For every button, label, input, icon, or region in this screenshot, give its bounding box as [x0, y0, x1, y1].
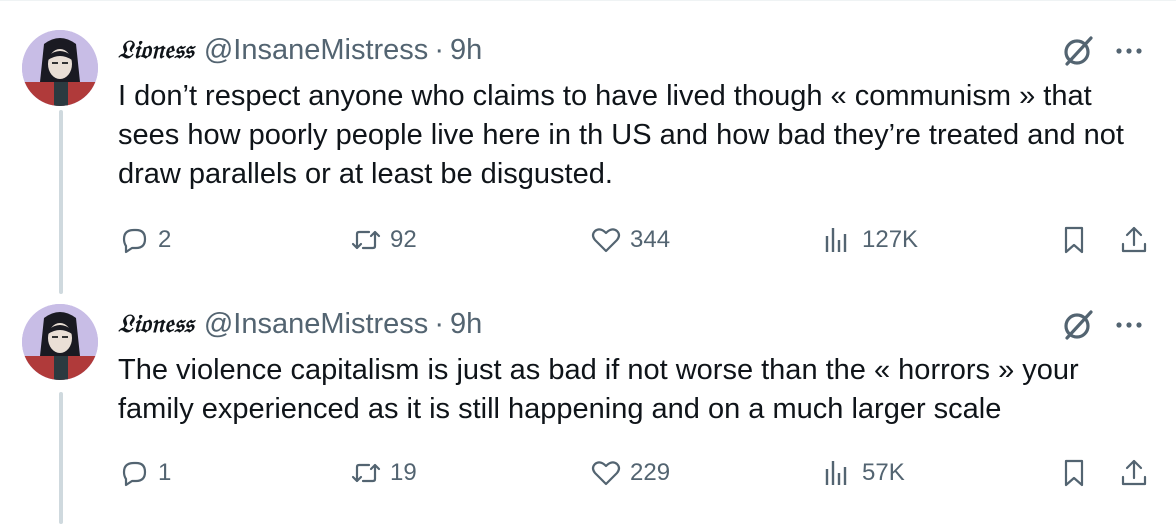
- separator: ·: [434, 307, 444, 340]
- reply-icon: [122, 461, 147, 487]
- tweet[interactable]: 𝔏𝔦𝔬𝔫𝔢𝔰𝔰 @InsaneMistress · 9h I don’t res…: [0, 0, 1176, 290]
- tweet-actions: 2 92 344 127K: [0, 222, 1176, 258]
- like-count: 344: [630, 226, 671, 253]
- bookmark-icon: [1064, 226, 1084, 254]
- views-icon: [825, 228, 847, 252]
- bookmark-button[interactable]: [1058, 455, 1090, 491]
- grok-icon[interactable]: [1058, 30, 1098, 70]
- heart-icon: [591, 228, 621, 253]
- more-icon[interactable]: [1112, 34, 1146, 68]
- views-button[interactable]: 57K: [822, 455, 905, 491]
- bookmark-button[interactable]: [1058, 222, 1090, 258]
- reply-count: 2: [158, 226, 172, 253]
- display-name[interactable]: 𝔏𝔦𝔬𝔫𝔢𝔰𝔰: [118, 35, 194, 65]
- heart-icon: [591, 461, 621, 486]
- repost-icon: [351, 463, 381, 483]
- tweet[interactable]: 𝔏𝔦𝔬𝔫𝔢𝔰𝔰 @InsaneMistress · 9h The violenc…: [0, 290, 1176, 524]
- view-count: 57K: [862, 459, 905, 486]
- reply-button[interactable]: 2: [118, 222, 171, 258]
- share-icon: [1121, 226, 1147, 253]
- grok-icon[interactable]: [1058, 304, 1098, 344]
- timestamp[interactable]: 9h: [450, 34, 482, 67]
- views-icon: [825, 461, 847, 485]
- bookmark-icon: [1064, 459, 1084, 487]
- repost-button[interactable]: 92: [350, 222, 417, 258]
- reply-count: 1: [158, 459, 172, 486]
- share-icon: [1121, 459, 1147, 486]
- like-count: 229: [630, 459, 671, 486]
- repost-count: 19: [390, 459, 417, 486]
- like-button[interactable]: 344: [590, 222, 670, 258]
- tweet-header: 𝔏𝔦𝔬𝔫𝔢𝔰𝔰 @InsaneMistress · 9h: [118, 306, 482, 342]
- reply-button[interactable]: 1: [118, 455, 171, 491]
- tweet-text: The violence capitalism is just as bad i…: [118, 354, 1079, 425]
- more-icon[interactable]: [1112, 308, 1146, 342]
- reply-icon: [122, 228, 147, 254]
- user-handle[interactable]: @InsaneMistress: [204, 308, 428, 341]
- view-count: 127K: [862, 226, 919, 253]
- tweet-actions: 1 19 229 57K: [0, 455, 1176, 491]
- views-button[interactable]: 127K: [822, 222, 918, 258]
- separator: ·: [434, 33, 444, 66]
- tweet-header: 𝔏𝔦𝔬𝔫𝔢𝔰𝔰 @InsaneMistress · 9h: [118, 32, 482, 68]
- repost-button[interactable]: 19: [350, 455, 417, 491]
- avatar[interactable]: [22, 304, 98, 380]
- tweet-text: I don’t respect anyone who claims to hav…: [118, 80, 1124, 190]
- share-button[interactable]: [1118, 455, 1150, 491]
- timestamp[interactable]: 9h: [450, 308, 482, 341]
- repost-icon: [351, 230, 381, 250]
- repost-count: 92: [390, 226, 417, 253]
- like-button[interactable]: 229: [590, 455, 670, 491]
- display-name[interactable]: 𝔏𝔦𝔬𝔫𝔢𝔰𝔰: [118, 309, 194, 339]
- user-handle[interactable]: @InsaneMistress: [204, 34, 428, 67]
- share-button[interactable]: [1118, 222, 1150, 258]
- avatar[interactable]: [22, 30, 98, 106]
